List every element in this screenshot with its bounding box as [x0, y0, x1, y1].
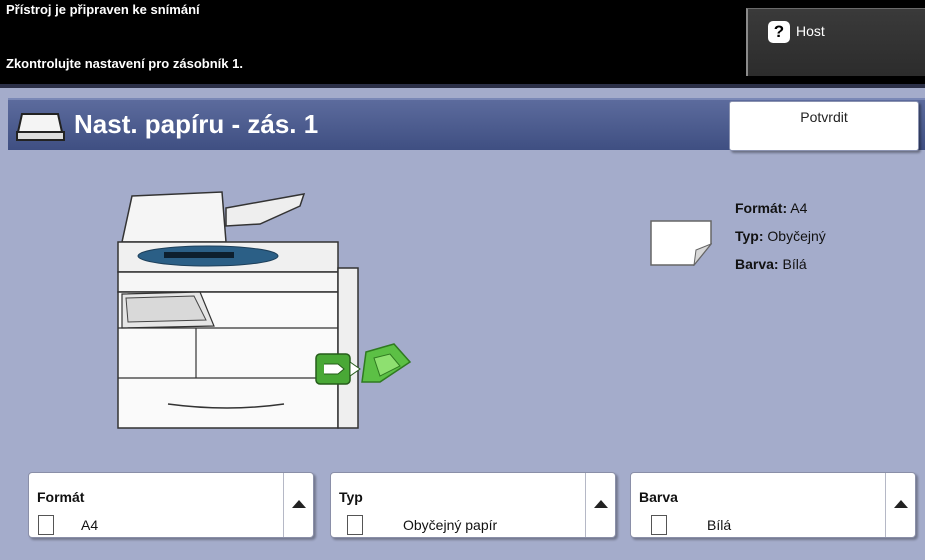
color-selector-title: Barva [639, 489, 678, 505]
page-title: Nast. papíru - zás. 1 [74, 109, 319, 139]
type-selector-button[interactable]: Typ Obyčejný papír [330, 472, 616, 538]
format-arrow-up-icon[interactable] [283, 473, 313, 537]
format-selector-button[interactable]: Formát A4 [28, 472, 314, 538]
status-message-check-tray: Zkontrolujte nastavení pro zásobník 1. [6, 56, 243, 71]
confirm-label: Potvrdit [800, 109, 848, 125]
type-swatch [347, 515, 363, 535]
confirm-button[interactable]: Potvrdit [729, 101, 919, 151]
info-color-value: Bílá [782, 256, 807, 272]
paper-settings-panel: Nast. papíru - zás. 1 Potvrdit Formát: A… [0, 84, 925, 560]
paper-sheet-icon [650, 220, 712, 266]
info-format-label: Formát: [735, 200, 788, 216]
type-selector-title: Typ [339, 489, 363, 505]
status-message-ready: Přístroj je připraven ke snímání [6, 2, 200, 17]
type-arrow-up-icon[interactable] [585, 473, 615, 537]
help-icon: ? [768, 21, 790, 43]
paper-tray-icon [16, 113, 65, 141]
info-color: Barva: Bílá [735, 256, 807, 272]
info-format-value: A4 [790, 200, 808, 216]
format-selector-value: A4 [81, 517, 99, 533]
type-selector-value: Obyčejný papír [403, 517, 498, 533]
printer-illustration [117, 191, 412, 429]
info-color-label: Barva: [735, 256, 779, 272]
host-label: Host [796, 23, 825, 39]
color-selector-button[interactable]: Barva Bílá [630, 472, 916, 538]
info-type-label: Typ: [735, 228, 764, 244]
format-selector-title: Formát [37, 489, 85, 505]
color-swatch [651, 515, 667, 535]
format-swatch [38, 515, 54, 535]
status-bar: Přístroj je připraven ke snímání Zkontro… [0, 0, 925, 84]
host-button[interactable]: ? Host [746, 8, 925, 76]
info-format: Formát: A4 [735, 200, 807, 216]
color-arrow-up-icon[interactable] [885, 473, 915, 537]
color-selector-value: Bílá [707, 517, 732, 533]
info-type-value: Obyčejný [767, 228, 826, 244]
info-type: Typ: Obyčejný [735, 228, 826, 244]
